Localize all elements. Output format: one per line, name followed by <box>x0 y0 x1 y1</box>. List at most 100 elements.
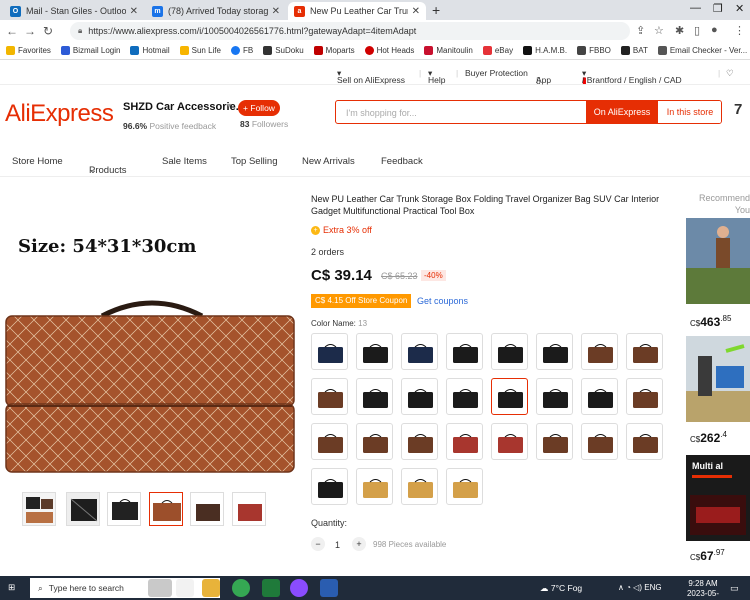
color-swatch[interactable] <box>311 423 348 460</box>
word-icon[interactable] <box>320 579 338 597</box>
tab-outlook[interactable]: O Mail - Stan Giles - Outlook ✕ <box>4 2 144 20</box>
bookmark-item[interactable]: H.A.M.B. <box>523 46 567 55</box>
messenger-icon[interactable] <box>290 579 308 597</box>
bookmark-item[interactable]: BAT <box>620 46 648 55</box>
bookmark-item[interactable]: FBBO <box>577 46 611 55</box>
store-coupon[interactable]: C$ 4.15 Off Store Coupon <box>311 294 412 308</box>
nav-feedback[interactable]: Feedback <box>381 156 423 167</box>
color-swatch[interactable] <box>446 378 483 415</box>
color-swatch[interactable] <box>626 378 663 415</box>
color-swatch[interactable] <box>446 333 483 370</box>
back-arrow-icon[interactable]: ← <box>3 24 21 38</box>
color-swatch[interactable] <box>581 423 618 460</box>
recommended-image[interactable]: Multi al <box>686 455 750 541</box>
help-link[interactable]: Help ▾ <box>428 68 445 85</box>
bookmark-item[interactable]: eBay <box>482 46 513 55</box>
bookmark-item[interactable]: Bizmail Login <box>60 46 120 55</box>
sidepanel-icon[interactable]: ▯ <box>694 24 700 37</box>
star-icon[interactable]: ☆ <box>654 24 664 37</box>
search-on-aliexpress-button[interactable]: On AliExpress <box>586 101 658 123</box>
color-swatch[interactable] <box>581 378 618 415</box>
maximize-icon[interactable]: ❐ <box>713 2 723 15</box>
color-swatch[interactable] <box>626 423 663 460</box>
buyer-protection-link[interactable]: Buyer Protection <box>465 68 528 78</box>
color-swatch[interactable] <box>401 468 438 505</box>
color-swatch[interactable] <box>536 333 573 370</box>
lock-icon[interactable]: 🔒︎ <box>78 26 82 36</box>
recommended-image[interactable] <box>686 218 750 304</box>
color-swatch[interactable] <box>626 333 663 370</box>
url-field[interactable]: 🔒︎ https://www.aliexpress.com/i/10050040… <box>70 22 630 40</box>
bookmark-item[interactable]: Hot Heads <box>364 46 414 55</box>
gallery-thumbnail[interactable] <box>22 492 56 526</box>
clock[interactable]: 9:28 AM2023-05-05 <box>683 579 723 600</box>
color-swatch[interactable] <box>491 378 528 415</box>
search-input[interactable]: I'm shopping for... <box>346 108 417 118</box>
quantity-increase-button[interactable]: + <box>352 537 366 551</box>
color-swatch[interactable] <box>491 423 528 460</box>
new-tab-button[interactable]: + <box>432 2 440 18</box>
share-icon[interactable]: ⇪ <box>636 24 645 37</box>
gallery-thumbnail[interactable] <box>190 492 224 526</box>
color-swatch[interactable] <box>356 468 393 505</box>
get-coupons-link[interactable]: Get coupons <box>417 296 468 306</box>
notepad-icon[interactable] <box>176 579 194 597</box>
excel-icon[interactable] <box>262 579 280 597</box>
color-swatch[interactable] <box>581 333 618 370</box>
color-swatch[interactable] <box>311 333 348 370</box>
bookmark-item[interactable]: Email Checker - Ver... <box>657 46 747 55</box>
weather-widget[interactable]: ☁ 7°C Fog <box>540 583 582 594</box>
color-swatch[interactable] <box>311 378 348 415</box>
bookmark-item[interactable]: Manitoulin <box>424 46 473 55</box>
notifications-icon[interactable]: ▭ <box>730 583 739 594</box>
reload-icon[interactable]: ↻ <box>39 24 57 38</box>
sell-on-aliexpress-link[interactable]: Sell on AliExpress ▾ <box>337 68 405 85</box>
bookmark-item[interactable]: Hotmail <box>130 46 170 55</box>
color-swatch[interactable] <box>356 333 393 370</box>
gallery-thumbnail[interactable] <box>66 492 100 526</box>
scanner-icon[interactable] <box>148 579 172 597</box>
quantity-value[interactable]: 1 <box>335 540 340 550</box>
heart-icon[interactable]: ♡ <box>726 68 734 79</box>
color-swatch[interactable] <box>491 333 528 370</box>
color-swatch[interactable] <box>401 423 438 460</box>
color-swatch[interactable] <box>401 378 438 415</box>
windows-start-icon[interactable]: ⊞ <box>8 582 15 593</box>
color-swatch[interactable] <box>446 468 483 505</box>
nav-store-home[interactable]: Store Home <box>12 156 63 167</box>
close-window-icon[interactable]: ✕ <box>735 2 744 15</box>
close-tab-icon[interactable]: ✕ <box>412 6 420 17</box>
color-swatch[interactable] <box>446 423 483 460</box>
system-tray[interactable]: ∧ ◔ ◁) ENG <box>618 583 662 592</box>
main-product-image[interactable] <box>2 296 298 476</box>
bookmark-item[interactable]: Sun Life <box>179 46 221 55</box>
color-swatch[interactable] <box>311 468 348 505</box>
color-swatch[interactable] <box>536 423 573 460</box>
locale-selector[interactable]: ▮ / Brantford / English / CAD ▾ <box>582 68 682 85</box>
close-tab-icon[interactable]: ✕ <box>130 6 138 17</box>
chevron-down-icon[interactable]: ▾ <box>227 101 231 110</box>
tab-arrived-today[interactable]: m (78) Arrived Today storage trunk ✕ <box>146 2 286 20</box>
forward-arrow-icon[interactable]: → <box>21 24 39 38</box>
color-swatch[interactable] <box>401 333 438 370</box>
bookmark-item[interactable]: SuDoku <box>263 46 304 55</box>
minimize-icon[interactable]: — <box>690 2 701 14</box>
quantity-decrease-button[interactable]: − <box>311 537 325 551</box>
aliexpress-logo[interactable]: AliExpress <box>5 100 114 128</box>
file-explorer-icon[interactable] <box>202 579 220 597</box>
gallery-thumbnail-selected[interactable] <box>149 492 183 526</box>
tab-aliexpress[interactable]: a New Pu Leather Car Trunk Storage ✕ <box>288 2 426 20</box>
search-in-store-button[interactable]: In this store <box>658 101 721 123</box>
nav-sale-items[interactable]: Sale Items <box>162 156 207 167</box>
nav-top-selling[interactable]: Top Selling <box>231 156 277 167</box>
bookmark-item[interactable]: FB <box>230 46 253 55</box>
menu-dots-icon[interactable]: ⋮ <box>734 24 745 37</box>
close-tab-icon[interactable]: ✕ <box>272 6 280 17</box>
bookmark-item[interactable]: Moparts <box>313 46 355 55</box>
recommended-image[interactable] <box>686 336 750 422</box>
bookmark-item[interactable]: Favorites <box>6 46 51 55</box>
extensions-icon[interactable]: ✱ <box>675 24 684 37</box>
gallery-thumbnail[interactable] <box>107 492 141 526</box>
color-swatch[interactable] <box>356 423 393 460</box>
profile-icon[interactable]: ● <box>711 24 718 36</box>
